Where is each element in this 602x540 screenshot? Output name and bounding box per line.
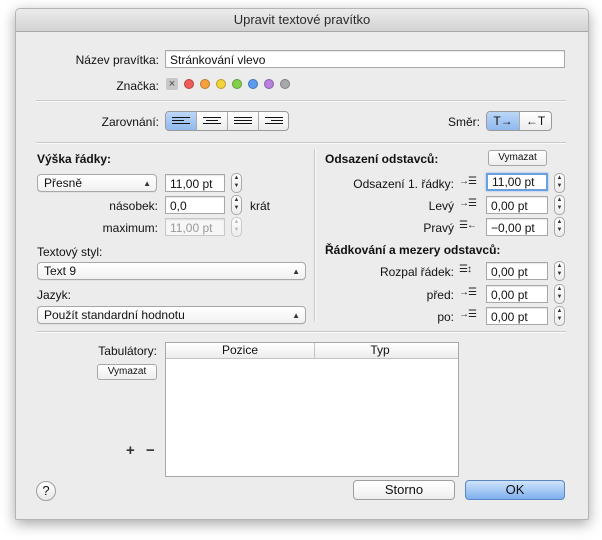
ruler-name-input[interactable]: Stránkování vlevo	[165, 50, 565, 68]
dialog-window: Upravit textové pravítko Název pravítka:…	[15, 8, 589, 520]
right-indent-input[interactable]: −0,00 pt	[486, 218, 548, 236]
multiple-input[interactable]: 0,0	[165, 196, 225, 214]
title-bar[interactable]: Upravit textové pravítko	[16, 9, 588, 32]
tag-color-orange[interactable]	[200, 79, 210, 89]
tabs-clear-button[interactable]: Vymazat	[97, 364, 157, 380]
tag-color-blue[interactable]	[248, 79, 258, 89]
align-center-button[interactable]	[197, 112, 228, 130]
separator-middle	[36, 142, 566, 144]
space-before-label: před:	[426, 288, 454, 302]
direction-rtl-button[interactable]: ←T	[520, 112, 551, 130]
line-height-stepper[interactable]: ▲ ▼	[231, 173, 242, 193]
left-indent-stepper[interactable]: ▲ ▼	[554, 195, 565, 215]
direction-label: Směr:	[447, 115, 480, 129]
language-popup[interactable]: Použít standardní hodnotu ▲	[37, 306, 306, 324]
text-style-popup[interactable]: Text 9 ▲	[37, 262, 306, 280]
indents-clear-button[interactable]: Vymazat	[488, 150, 547, 166]
align-center-icon	[203, 117, 221, 124]
line-height-mode-value: Přesně	[44, 176, 83, 190]
multiple-unit-label: krát	[250, 199, 271, 213]
space-after-input[interactable]: 0,00 pt	[486, 307, 548, 325]
right-indent-icon: ☰←	[459, 220, 477, 231]
align-justify-button[interactable]	[228, 112, 259, 130]
cancel-button[interactable]: Storno	[353, 480, 455, 500]
leading-label: Rozpal řádek:	[379, 265, 454, 279]
maximum-label: maximum:	[102, 221, 158, 235]
align-left-icon	[172, 117, 190, 124]
space-after-icon: →☰	[459, 309, 477, 320]
tag-color-red[interactable]	[184, 79, 194, 89]
indents-heading: Odsazení odstavců:	[325, 152, 439, 166]
ok-button[interactable]: OK	[465, 480, 565, 500]
multiple-label: násobek:	[109, 199, 158, 213]
alignment-label: Zarovnání:	[101, 115, 159, 129]
align-right-icon	[264, 117, 283, 124]
tag-label: Značka:	[116, 79, 159, 93]
tag-color-gray[interactable]	[280, 79, 290, 89]
left-indent-icon: →☰	[459, 198, 477, 209]
maximum-input[interactable]: 11,00 pt	[165, 218, 225, 236]
tabs-column-type[interactable]: Typ	[315, 343, 445, 358]
tabs-label: Tabulátory:	[98, 344, 157, 358]
tag-color-yellow[interactable]	[216, 79, 226, 89]
alignment-segmented-control	[165, 111, 289, 131]
direction-ltr-button[interactable]: T→	[487, 112, 520, 130]
space-before-icon: →☰	[459, 287, 477, 298]
separator-vertical	[314, 149, 316, 321]
popup-arrows-icon: ▲	[292, 311, 300, 320]
tag-color-green[interactable]	[232, 79, 242, 89]
space-before-input[interactable]: 0,00 pt	[486, 285, 548, 303]
align-right-button[interactable]	[259, 112, 288, 130]
tabs-column-position[interactable]: Pozice	[166, 343, 315, 358]
maximum-stepper[interactable]: ▲ ▼	[231, 217, 242, 237]
left-indent-label: Levý	[428, 199, 454, 213]
direction-segmented-control: T→ ←T	[486, 111, 552, 131]
window-title: Upravit textové pravítko	[233, 12, 371, 27]
language-value: Použít standardní hodnotu	[44, 308, 185, 322]
popup-arrows-icon: ▲	[292, 267, 300, 276]
line-height-mode-popup[interactable]: Přesně ▲	[37, 174, 157, 192]
spacing-heading: Řádkování a mezery odstavců:	[325, 243, 501, 257]
leading-stepper[interactable]: ▲ ▼	[554, 261, 565, 281]
popup-arrows-icon: ▲	[143, 179, 151, 188]
align-justify-icon	[234, 117, 252, 124]
language-label: Jazyk:	[37, 288, 72, 302]
tabs-table[interactable]: Pozice Typ	[165, 342, 459, 477]
space-after-stepper[interactable]: ▲ ▼	[554, 306, 565, 326]
separator-top	[36, 100, 566, 102]
leading-input[interactable]: 0,00 pt	[486, 262, 548, 280]
line-height-heading: Výška řádky:	[37, 152, 112, 166]
first-line-indent-stepper[interactable]: ▲ ▼	[554, 173, 565, 193]
multiple-stepper[interactable]: ▲ ▼	[231, 195, 242, 215]
first-line-indent-input[interactable]: 11,00 pt	[486, 173, 548, 191]
right-indent-label: Pravý	[423, 221, 454, 235]
line-height-input[interactable]: 11,00 pt	[165, 174, 225, 192]
tabs-table-header: Pozice Typ	[166, 343, 458, 359]
left-indent-input[interactable]: 0,00 pt	[486, 196, 548, 214]
leading-icon: ☰↕	[459, 264, 472, 275]
text-style-value: Text 9	[44, 264, 77, 278]
separator-bottom	[36, 331, 566, 333]
text-style-label: Textový styl:	[37, 245, 103, 259]
space-after-label: po:	[437, 310, 454, 324]
ruler-name-label: Název pravítka:	[75, 53, 159, 67]
space-before-stepper[interactable]: ▲ ▼	[554, 284, 565, 304]
tag-color-purple[interactable]	[264, 79, 274, 89]
first-line-indent-label: Odsazení 1. řádky:	[353, 177, 454, 191]
add-tab-button[interactable]: +	[126, 442, 135, 459]
remove-tab-button[interactable]: −	[146, 442, 155, 459]
first-line-indent-icon: →☰	[459, 176, 477, 187]
help-button[interactable]: ?	[36, 481, 56, 501]
tag-clear-icon[interactable]: ×	[166, 78, 178, 90]
right-indent-stepper[interactable]: ▲ ▼	[554, 217, 565, 237]
align-left-button[interactable]	[166, 112, 197, 130]
